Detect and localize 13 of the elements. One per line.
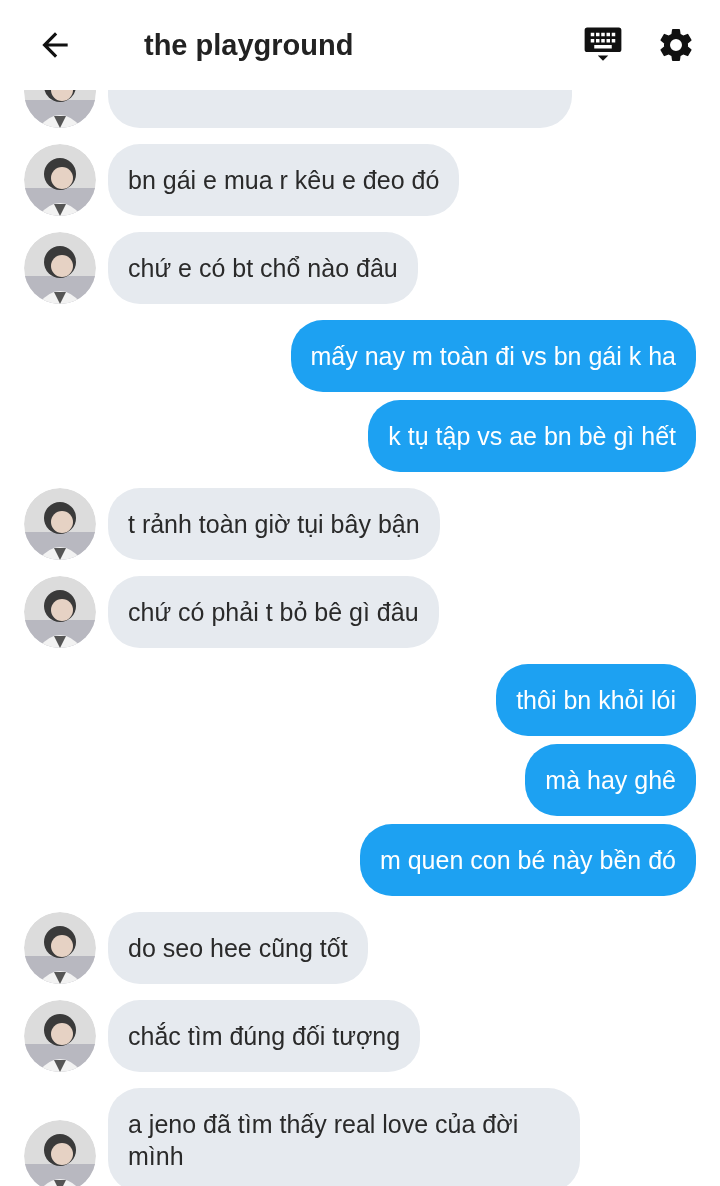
message-bubble: t rảnh toàn giờ tụi bây bận: [108, 488, 440, 560]
message-bubble: m quen con bé này bền đó: [359, 824, 696, 896]
message-bubble: a jeno đã tìm thấy real love của đời mình: [108, 1088, 580, 1186]
message-bubble: chắc tìm đúng đối tượng: [108, 1000, 421, 1072]
message-bubble: bn gái e mua r kêu e đeo đó: [108, 144, 460, 216]
message-bubble: chứ có phải t bỏ bê gì đâu: [108, 576, 439, 648]
message-bubble: do seo hee cũng tốt: [108, 912, 368, 984]
message-bubble: mấy nay m toàn đi vs bn gái k ha: [290, 320, 696, 392]
chat-title: the playground: [144, 28, 355, 62]
message-bubble: thôi bn khỏi lói: [496, 664, 696, 736]
message-bubble: mà hay ghê: [525, 744, 696, 816]
message-bubble: chứ e có bt chổ nào đâu: [108, 232, 418, 304]
message-bubble: k tụ tập vs ae bn bè gì hết: [368, 400, 696, 472]
